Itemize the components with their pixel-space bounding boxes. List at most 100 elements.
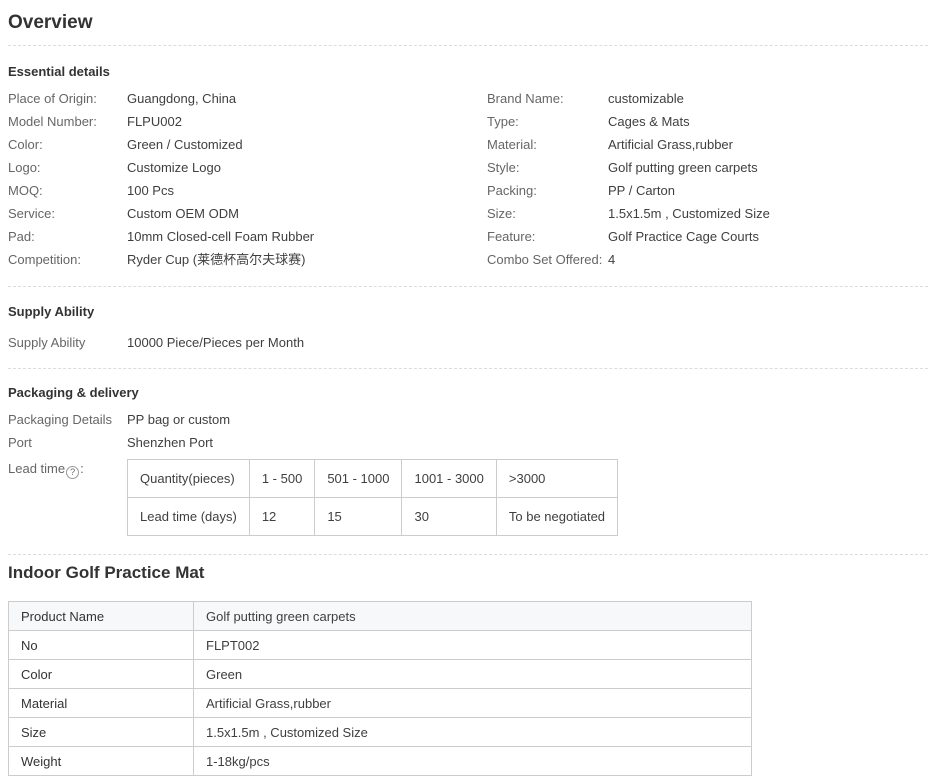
detail-label: Size:: [487, 202, 608, 225]
detail-row: Color: Green / Customized: [8, 133, 487, 156]
spec-label: Weight: [9, 747, 194, 776]
table-row: Weight 1-18kg/pcs: [9, 747, 752, 776]
table-row: Material Artificial Grass,rubber: [9, 689, 752, 718]
lead-time-value-cell: Lead time (days): [128, 498, 250, 536]
detail-value: Golf putting green carpets: [608, 156, 758, 179]
detail-label: MOQ:: [8, 179, 127, 202]
detail-value: PP / Carton: [608, 179, 675, 202]
section-divider: [8, 286, 928, 287]
lead-time-header-cell: 501 - 1000: [315, 460, 402, 498]
detail-label: Material:: [487, 133, 608, 156]
spec-value: Golf putting green carpets: [194, 602, 752, 631]
detail-label: Type:: [487, 110, 608, 133]
supply-ability-row: Supply Ability 10000 Piece/Pieces per Mo…: [8, 331, 928, 354]
packaging-details-value: PP bag or custom: [127, 408, 230, 431]
lead-time-row: Lead time?: Quantity(pieces) 1 - 500 501…: [8, 457, 928, 536]
spec-label: Color: [9, 660, 194, 689]
detail-row: Material: Artificial Grass,rubber: [487, 133, 928, 156]
detail-row: Competition: Ryder Cup (莱德杯高尔夫球赛): [8, 248, 487, 271]
detail-label: Packing:: [487, 179, 608, 202]
detail-row: Packing: PP / Carton: [487, 179, 928, 202]
table-row: Product Name Golf putting green carpets: [9, 602, 752, 631]
detail-value: 1.5x1.5m , Customized Size: [608, 202, 770, 225]
spec-value: FLPT002: [194, 631, 752, 660]
detail-row: Size: 1.5x1.5m , Customized Size: [487, 202, 928, 225]
section-divider: [8, 368, 928, 369]
detail-value: Custom OEM ODM: [127, 202, 239, 225]
lead-time-header-cell: 1001 - 3000: [402, 460, 496, 498]
essential-details-grid: Place of Origin: Guangdong, China Model …: [8, 87, 928, 271]
detail-value: Golf Practice Cage Courts: [608, 225, 759, 248]
supply-ability-label: Supply Ability: [8, 331, 127, 354]
packaging-details-row: Packaging Details PP bag or custom: [8, 408, 928, 431]
detail-label: Pad:: [8, 225, 127, 248]
lead-time-colon: :: [80, 461, 84, 476]
detail-row: Pad: 10mm Closed-cell Foam Rubber: [8, 225, 487, 248]
supply-ability-heading: Supply Ability: [8, 304, 928, 319]
spec-label: No: [9, 631, 194, 660]
spec-value: 1.5x1.5m , Customized Size: [194, 718, 752, 747]
detail-label: Feature:: [487, 225, 608, 248]
packaging-details-label: Packaging Details: [8, 408, 127, 431]
port-row: Port Shenzhen Port: [8, 431, 928, 454]
detail-value: 100 Pcs: [127, 179, 174, 202]
lead-time-value-cell: 15: [315, 498, 402, 536]
lead-time-header-cell: 1 - 500: [249, 460, 314, 498]
lead-time-value-cell: 30: [402, 498, 496, 536]
detail-value: Cages & Mats: [608, 110, 690, 133]
detail-label: Brand Name:: [487, 87, 608, 110]
detail-row: Brand Name: customizable: [487, 87, 928, 110]
details-column-right: Brand Name: customizable Type: Cages & M…: [487, 87, 928, 271]
detail-label: Color:: [8, 133, 127, 156]
lead-time-header-row: Quantity(pieces) 1 - 500 501 - 1000 1001…: [128, 460, 618, 498]
detail-label: Logo:: [8, 156, 127, 179]
detail-row: Service: Custom OEM ODM: [8, 202, 487, 225]
lead-time-header-cell: >3000: [496, 460, 617, 498]
supply-ability-value: 10000 Piece/Pieces per Month: [127, 331, 304, 354]
details-column-left: Place of Origin: Guangdong, China Model …: [8, 87, 487, 271]
detail-label: Competition:: [8, 248, 127, 271]
lead-time-label: Lead time?:: [8, 457, 127, 536]
product-overview-page: Overview Essential details Place of Orig…: [0, 0, 936, 776]
spec-value: Green: [194, 660, 752, 689]
packaging-delivery-heading: Packaging & delivery: [8, 385, 928, 400]
detail-value: Guangdong, China: [127, 87, 236, 110]
detail-row: Place of Origin: Guangdong, China: [8, 87, 487, 110]
help-icon[interactable]: ?: [66, 466, 79, 479]
spec-value: Artificial Grass,rubber: [194, 689, 752, 718]
section-divider: [8, 45, 928, 46]
lead-time-value-cell: To be negotiated: [496, 498, 617, 536]
packaging-delivery-rows: Packaging Details PP bag or custom Port …: [8, 408, 928, 536]
detail-row: Logo: Customize Logo: [8, 156, 487, 179]
lead-time-label-text: Lead time: [8, 461, 65, 476]
detail-row: MOQ: 100 Pcs: [8, 179, 487, 202]
section-divider: [8, 554, 928, 555]
detail-value: Customize Logo: [127, 156, 221, 179]
lead-time-value-cell: 12: [249, 498, 314, 536]
spec-label: Material: [9, 689, 194, 718]
table-row: Size 1.5x1.5m , Customized Size: [9, 718, 752, 747]
detail-label: Model Number:: [8, 110, 127, 133]
product-section-heading: Indoor Golf Practice Mat: [8, 563, 928, 583]
lead-time-header-cell: Quantity(pieces): [128, 460, 250, 498]
detail-row: Combo Set Offered: 4: [487, 248, 928, 271]
detail-row: Type: Cages & Mats: [487, 110, 928, 133]
spec-label: Size: [9, 718, 194, 747]
product-spec-table: Product Name Golf putting green carpets …: [8, 601, 752, 776]
page-title: Overview: [8, 12, 928, 34]
detail-value: customizable: [608, 87, 684, 110]
detail-row: Feature: Golf Practice Cage Courts: [487, 225, 928, 248]
detail-value: FLPU002: [127, 110, 182, 133]
detail-value: Artificial Grass,rubber: [608, 133, 733, 156]
spec-value: 1-18kg/pcs: [194, 747, 752, 776]
detail-value: Green / Customized: [127, 133, 243, 156]
port-value: Shenzhen Port: [127, 431, 213, 454]
detail-row: Model Number: FLPU002: [8, 110, 487, 133]
detail-row: Style: Golf putting green carpets: [487, 156, 928, 179]
port-label: Port: [8, 431, 127, 454]
detail-label: Place of Origin:: [8, 87, 127, 110]
detail-value: 4: [608, 248, 615, 271]
detail-value: 10mm Closed-cell Foam Rubber: [127, 225, 314, 248]
table-row: Color Green: [9, 660, 752, 689]
spec-label: Product Name: [9, 602, 194, 631]
